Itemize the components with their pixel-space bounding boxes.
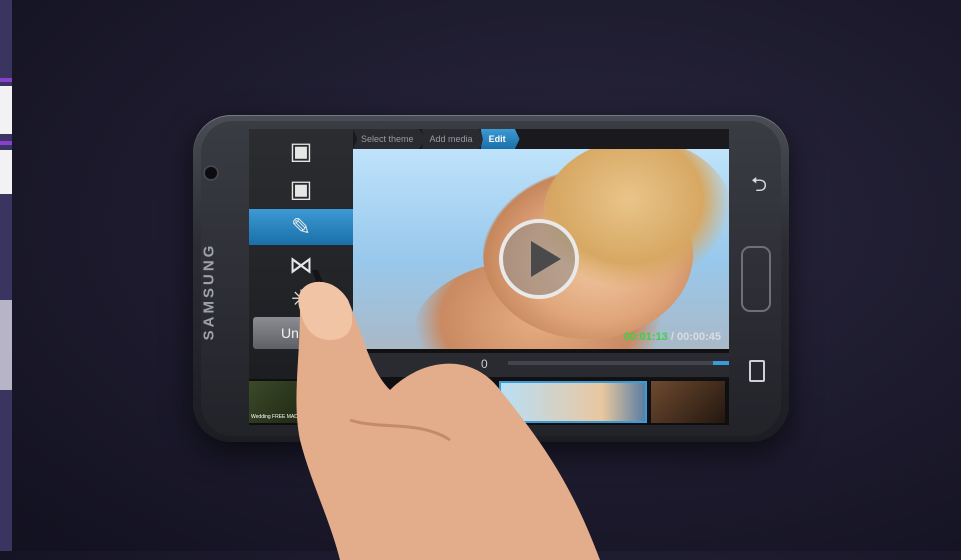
timeline-value: 0 xyxy=(481,357,488,371)
brand-logo: SAMSUNG xyxy=(200,242,218,341)
timeline-slider[interactable] xyxy=(508,361,729,365)
home-button[interactable] xyxy=(741,246,771,312)
theme-clips-icon[interactable]: ▣ xyxy=(249,171,353,207)
timecode: 00:01:13 / 00:00:45 xyxy=(623,331,721,343)
tab-edit[interactable]: Edit xyxy=(480,129,520,149)
clip-thumbnail-selected[interactable] xyxy=(499,381,647,423)
pen-icon: ✎ xyxy=(290,213,312,241)
tab-add-media[interactable]: Add media xyxy=(421,129,487,149)
timeline-selection[interactable] xyxy=(713,361,729,365)
timecode-total: 00:00:45 xyxy=(676,331,721,343)
timecode-current: 00:01:13 xyxy=(623,331,668,343)
theme-frames-icon[interactable]: ▣ xyxy=(249,133,353,169)
tab-select-theme[interactable]: Select theme xyxy=(353,129,428,149)
clip-thumbnail[interactable]: Wedding FREE MADE xyxy=(249,381,309,423)
clip-strip: Wedding FREE MADE xyxy=(249,379,729,425)
timeline-bar[interactable]: 0 xyxy=(353,353,729,377)
undo-button[interactable]: Unc xyxy=(253,317,349,349)
transition-icon[interactable]: ⋈ xyxy=(249,247,353,283)
adjacent-slide-strip xyxy=(0,0,12,551)
breadcrumb-tabs: Select theme Add media Edit xyxy=(353,129,729,149)
front-camera xyxy=(203,165,219,181)
back-key-icon[interactable]: ⮌ xyxy=(751,170,767,204)
play-button-icon[interactable] xyxy=(499,219,579,299)
pen-tool-button[interactable]: ✎ xyxy=(249,209,353,245)
clip-thumbnail[interactable] xyxy=(651,381,725,423)
video-preview[interactable]: 00:01:13 / 00:00:45 xyxy=(353,149,729,349)
samsung-phone: SAMSUNG ⮌ ▣ ▣ ✎ ⋈ ✳ Unc Select theme Add… xyxy=(193,115,789,442)
phone-screen: ▣ ▣ ✎ ⋈ ✳ Unc Select theme Add media Edi… xyxy=(249,129,729,425)
menu-key-icon[interactable] xyxy=(749,360,765,382)
clip-caption: Wedding FREE MADE xyxy=(251,414,302,420)
effects-sparkle-icon[interactable]: ✳ xyxy=(249,281,353,317)
